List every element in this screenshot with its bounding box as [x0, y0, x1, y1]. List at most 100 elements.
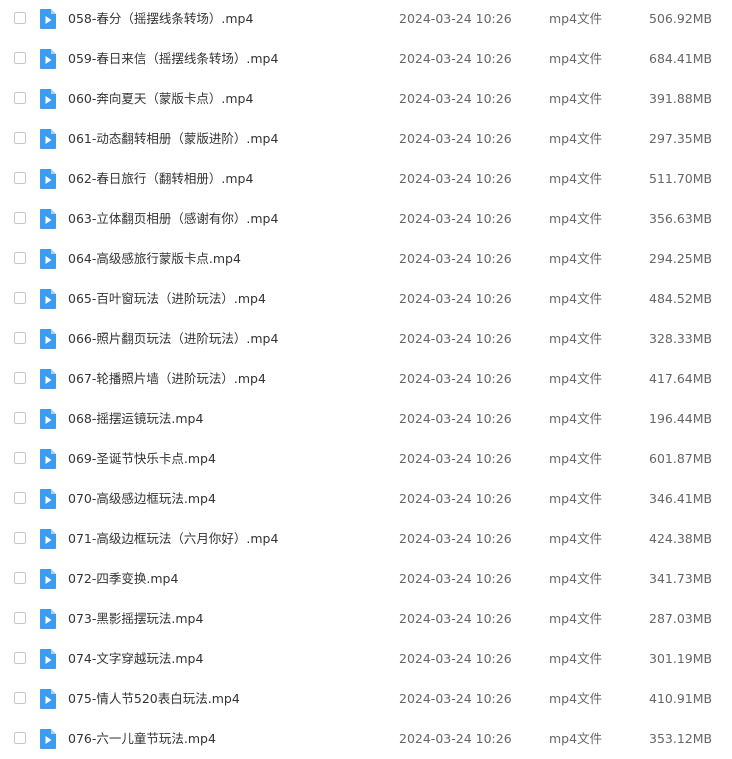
row-checkbox[interactable]	[14, 132, 26, 144]
file-size: 601.87MB	[649, 451, 713, 466]
file-modified-date: 2024-03-24 10:26	[399, 211, 512, 226]
file-modified-date: 2024-03-24 10:26	[399, 51, 512, 66]
file-type: mp4文件	[549, 531, 603, 546]
file-name[interactable]: 060-奔向夏天（蒙版卡点）.mp4	[68, 90, 253, 108]
file-modified-date: 2024-03-24 10:26	[399, 11, 512, 26]
file-list: 058-春分（摇摆线条转场）.mp4 2024-03-24 10:26 mp4文件 5…	[0, 0, 732, 759]
file-size: 341.73MB	[649, 571, 713, 586]
file-modified-date: 2024-03-24 10:26	[399, 371, 512, 386]
file-type: mp4文件	[549, 651, 603, 666]
file-name[interactable]: 062-春日旅行（翻转相册）.mp4	[68, 170, 253, 188]
file-row[interactable]: 063-立体翻页相册（感谢有你）.mp4 2024-03-24 10:26 mp4文…	[0, 199, 732, 239]
file-size: 346.41MB	[649, 491, 713, 506]
file-row[interactable]: 074-文字穿越玩法.mp4 2024-03-24 10:26 mp4文件 301.1…	[0, 639, 732, 679]
file-modified-date: 2024-03-24 10:26	[399, 91, 512, 106]
file-row[interactable]: 059-春日来信（摇摆线条转场）.mp4 2024-03-24 10:26 mp4文…	[0, 39, 732, 79]
row-checkbox[interactable]	[14, 532, 26, 544]
row-checkbox[interactable]	[14, 412, 26, 424]
video-file-icon	[38, 208, 58, 230]
file-row[interactable]: 071-高级边框玩法（六月你好）.mp4 2024-03-24 10:26 mp4文…	[0, 519, 732, 559]
video-file-icon	[38, 8, 58, 30]
file-name[interactable]: 065-百叶窗玩法（进阶玩法）.mp4	[68, 290, 266, 308]
video-file-icon	[38, 648, 58, 670]
video-file-icon	[38, 688, 58, 710]
file-name[interactable]: 059-春日来信（摇摆线条转场）.mp4	[68, 50, 278, 68]
row-checkbox[interactable]	[14, 292, 26, 304]
video-file-icon	[38, 288, 58, 310]
video-file-icon	[38, 248, 58, 270]
file-size: 328.33MB	[649, 331, 713, 346]
file-modified-date: 2024-03-24 10:26	[399, 171, 512, 186]
file-row[interactable]: 073-黑影摇摆玩法.mp4 2024-03-24 10:26 mp4文件 287.0…	[0, 599, 732, 639]
file-row[interactable]: 066-照片翻页玩法（进阶玩法）.mp4 2024-03-24 10:26 mp4文…	[0, 319, 732, 359]
file-type: mp4文件	[549, 491, 603, 506]
file-name[interactable]: 064-高级感旅行蒙版卡点.mp4	[68, 250, 241, 268]
file-modified-date: 2024-03-24 10:26	[399, 491, 512, 506]
file-name[interactable]: 075-情人节520表白玩法.mp4	[68, 690, 240, 708]
file-modified-date: 2024-03-24 10:26	[399, 251, 512, 266]
file-row[interactable]: 075-情人节520表白玩法.mp4 2024-03-24 10:26 mp4文件 4…	[0, 679, 732, 719]
row-checkbox[interactable]	[14, 172, 26, 184]
file-row[interactable]: 076-六一儿童节玩法.mp4 2024-03-24 10:26 mp4文件 353.…	[0, 719, 732, 759]
row-checkbox[interactable]	[14, 12, 26, 24]
file-name[interactable]: 071-高级边框玩法（六月你好）.mp4	[68, 530, 278, 548]
video-file-icon	[38, 528, 58, 550]
file-size: 196.44MB	[649, 411, 713, 426]
file-row[interactable]: 072-四季变换.mp4 2024-03-24 10:26 mp4文件 341.73M…	[0, 559, 732, 599]
row-checkbox[interactable]	[14, 492, 26, 504]
file-name[interactable]: 061-动态翻转相册（蒙版进阶）.mp4	[68, 130, 278, 148]
file-size: 294.25MB	[649, 251, 713, 266]
row-checkbox[interactable]	[14, 332, 26, 344]
file-row[interactable]: 069-圣诞节快乐卡点.mp4 2024-03-24 10:26 mp4文件 601.…	[0, 439, 732, 479]
row-checkbox[interactable]	[14, 212, 26, 224]
file-row[interactable]: 067-轮播照片墙（进阶玩法）.mp4 2024-03-24 10:26 mp4文件…	[0, 359, 732, 399]
file-name[interactable]: 068-摇摆运镜玩法.mp4	[68, 410, 203, 428]
file-name[interactable]: 058-春分（摇摆线条转场）.mp4	[68, 10, 253, 28]
file-row[interactable]: 065-百叶窗玩法（进阶玩法）.mp4 2024-03-24 10:26 mp4文件…	[0, 279, 732, 319]
video-file-icon	[38, 328, 58, 350]
file-size: 297.35MB	[649, 131, 713, 146]
file-name[interactable]: 070-高级感边框玩法.mp4	[68, 490, 216, 508]
file-size: 410.91MB	[649, 691, 713, 706]
video-file-icon	[38, 488, 58, 510]
row-checkbox[interactable]	[14, 732, 26, 744]
file-type: mp4文件	[549, 691, 603, 706]
row-checkbox[interactable]	[14, 252, 26, 264]
row-checkbox[interactable]	[14, 612, 26, 624]
file-modified-date: 2024-03-24 10:26	[399, 531, 512, 546]
file-modified-date: 2024-03-24 10:26	[399, 291, 512, 306]
row-checkbox[interactable]	[14, 692, 26, 704]
file-size: 417.64MB	[649, 371, 713, 386]
row-checkbox[interactable]	[14, 572, 26, 584]
file-row[interactable]: 068-摇摆运镜玩法.mp4 2024-03-24 10:26 mp4文件 196.4…	[0, 399, 732, 439]
file-type: mp4文件	[549, 371, 603, 386]
file-type: mp4文件	[549, 331, 603, 346]
file-name[interactable]: 067-轮播照片墙（进阶玩法）.mp4	[68, 370, 266, 388]
file-row[interactable]: 064-高级感旅行蒙版卡点.mp4 2024-03-24 10:26 mp4文件 29…	[0, 239, 732, 279]
row-checkbox[interactable]	[14, 52, 26, 64]
file-row[interactable]: 062-春日旅行（翻转相册）.mp4 2024-03-24 10:26 mp4文件 5…	[0, 159, 732, 199]
video-file-icon	[38, 408, 58, 430]
file-modified-date: 2024-03-24 10:26	[399, 651, 512, 666]
file-row[interactable]: 058-春分（摇摆线条转场）.mp4 2024-03-24 10:26 mp4文件 5…	[0, 0, 732, 39]
file-name[interactable]: 076-六一儿童节玩法.mp4	[68, 730, 216, 748]
file-name[interactable]: 066-照片翻页玩法（进阶玩法）.mp4	[68, 330, 278, 348]
file-row[interactable]: 060-奔向夏天（蒙版卡点）.mp4 2024-03-24 10:26 mp4文件 3…	[0, 79, 732, 119]
file-name[interactable]: 063-立体翻页相册（感谢有你）.mp4	[68, 210, 278, 228]
file-size: 484.52MB	[649, 291, 713, 306]
row-checkbox[interactable]	[14, 452, 26, 464]
row-checkbox[interactable]	[14, 652, 26, 664]
file-size: 506.92MB	[649, 11, 713, 26]
file-name[interactable]: 069-圣诞节快乐卡点.mp4	[68, 450, 216, 468]
file-name[interactable]: 072-四季变换.mp4	[68, 570, 178, 588]
file-row[interactable]: 061-动态翻转相册（蒙版进阶）.mp4 2024-03-24 10:26 mp4文…	[0, 119, 732, 159]
file-name[interactable]: 073-黑影摇摆玩法.mp4	[68, 610, 203, 628]
row-checkbox[interactable]	[14, 372, 26, 384]
file-row[interactable]: 070-高级感边框玩法.mp4 2024-03-24 10:26 mp4文件 346.…	[0, 479, 732, 519]
file-name[interactable]: 074-文字穿越玩法.mp4	[68, 650, 203, 668]
video-file-icon	[38, 448, 58, 470]
row-checkbox[interactable]	[14, 92, 26, 104]
file-modified-date: 2024-03-24 10:26	[399, 731, 512, 746]
file-type: mp4文件	[549, 51, 603, 66]
file-type: mp4文件	[549, 211, 603, 226]
